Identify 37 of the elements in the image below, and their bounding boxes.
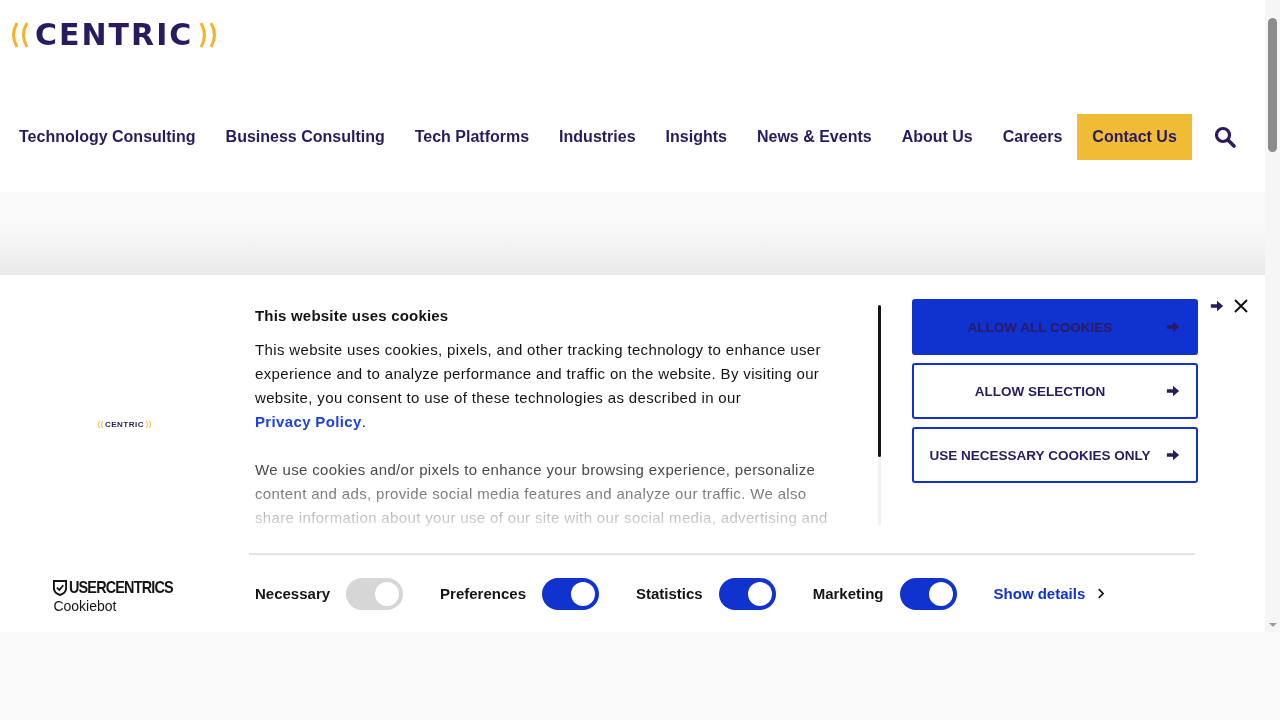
- scroll-thumb[interactable]: [1268, 18, 1277, 152]
- toggle-switch[interactable]: [899, 577, 957, 610]
- arrow-icon: [1166, 384, 1180, 398]
- arrow-icon: [1166, 448, 1180, 462]
- centric-logo: CENTRIC: [96, 419, 153, 429]
- usercentrics-logo: USERCENTRICS Cookiebot: [53, 577, 175, 614]
- banner-title: This website uses cookies: [255, 306, 450, 326]
- consent-button[interactable]: ALLOW SELECTION: [912, 363, 1198, 419]
- privacy-policy-link[interactable]: Privacy Policy: [255, 413, 362, 430]
- search-icon[interactable]: [1212, 125, 1237, 149]
- nav-link[interactable]: Careers: [987, 128, 1078, 146]
- arrow-icon: [1210, 299, 1224, 313]
- scroll-down-icon[interactable]: [1268, 622, 1278, 628]
- cookie-details: We use cookies and/or pixels to enhance your browsing experience, personalize content and ads, provide social media features and analyze our traffic. We also share information about your use of our site with our social media, advertising and: [255, 460, 829, 528]
- nav-link[interactable]: Industries: [544, 128, 651, 146]
- cookie-description: This website uses cookies, pixels, and other tracking technology to enhance user experience and to analyze performance and traffic on the website. By visiting our website, you consent to use of these technologies as described in our Privacy Policy.: [255, 340, 822, 432]
- nav-link[interactable]: About Us: [886, 128, 988, 146]
- nav-link[interactable]: Business Consulting: [210, 128, 400, 146]
- nav-link[interactable]: Tech Platforms: [399, 128, 545, 146]
- chevron-icon: [1097, 588, 1105, 599]
- contact-button[interactable]: Contact Us: [1077, 114, 1192, 160]
- toggle-label: Marketing: [812, 585, 884, 602]
- scroll-thumb[interactable]: [878, 305, 881, 457]
- toggle-label: Necessary: [255, 585, 331, 602]
- close-icon[interactable]: [1233, 298, 1249, 314]
- arrow-icon: [1166, 320, 1180, 334]
- toggle-label: Preferences: [440, 585, 526, 602]
- toggle-switch[interactable]: [718, 577, 776, 610]
- toggle-label: Statistics: [636, 585, 703, 602]
- show-details-link[interactable]: Show details: [993, 585, 1105, 602]
- text-scrollbar[interactable]: [878, 305, 881, 525]
- centric-logo[interactable]: CENTRIC: [9, 20, 220, 50]
- nav-link[interactable]: Technology Consulting: [4, 128, 211, 146]
- nav-link[interactable]: News & Events: [741, 128, 887, 146]
- nav-link[interactable]: Insights: [650, 128, 742, 146]
- consent-button[interactable]: USE NECESSARY COOKIES ONLY: [912, 427, 1198, 483]
- toggle-switch[interactable]: [542, 577, 599, 610]
